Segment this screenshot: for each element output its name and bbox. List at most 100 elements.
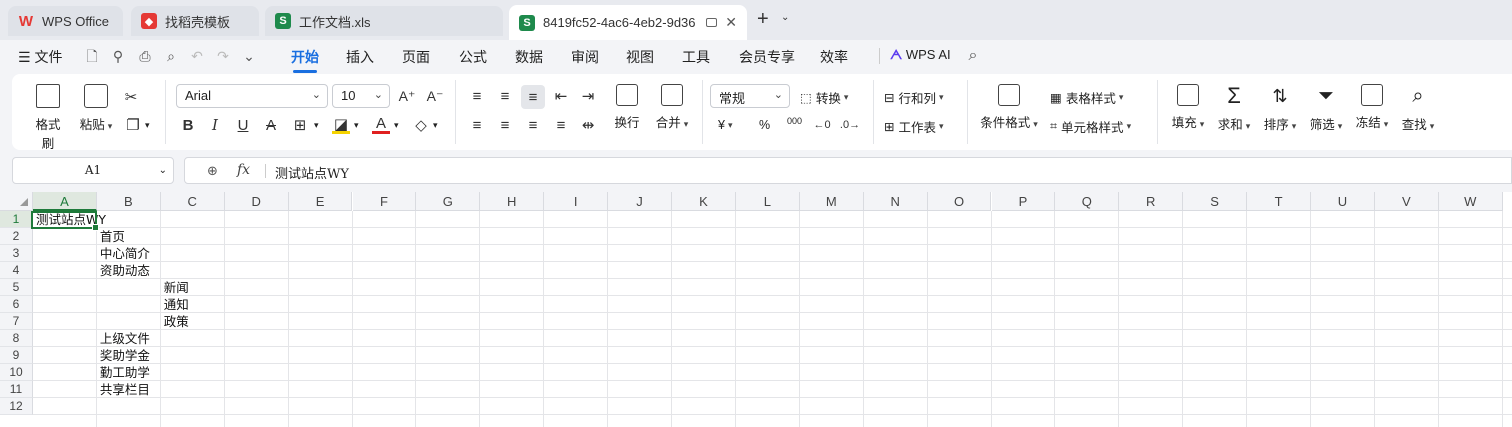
menu-item-view[interactable]: 视图: [626, 47, 654, 67]
wrap-text-button[interactable]: 换行: [612, 84, 642, 131]
column-header-a[interactable]: A: [33, 192, 97, 211]
column-header-w[interactable]: W: [1438, 192, 1503, 211]
cell-c5[interactable]: 新闻: [161, 279, 189, 296]
fill-button[interactable]: 填充 ▾: [1170, 84, 1206, 131]
column-header-l[interactable]: L: [735, 192, 800, 211]
chevron-down-icon[interactable]: ▾: [314, 120, 319, 131]
menu-item-member[interactable]: 会员专享: [739, 47, 795, 67]
row-header-9[interactable]: 9: [0, 347, 33, 364]
cell-b10[interactable]: 勤工助学: [97, 364, 150, 381]
align-middle-icon[interactable]: ≡: [496, 87, 514, 105]
font-color-icon[interactable]: A: [372, 115, 390, 134]
copy-icon[interactable]: ❐: [124, 116, 142, 134]
sum-button[interactable]: Σ 求和 ▾: [1216, 84, 1252, 133]
column-header-f[interactable]: F: [352, 192, 417, 211]
column-header-v[interactable]: V: [1374, 192, 1439, 211]
freeze-button[interactable]: 冻结 ▾: [1354, 84, 1390, 131]
row-header-6[interactable]: 6: [0, 296, 33, 313]
column-header-u[interactable]: U: [1311, 192, 1375, 211]
cell-b8[interactable]: 上级文件: [97, 330, 150, 347]
strikethrough-icon[interactable]: A: [262, 116, 280, 134]
column-header-m[interactable]: M: [799, 192, 864, 211]
column-header-r[interactable]: R: [1119, 192, 1184, 211]
redo-icon[interactable]: ↷: [215, 48, 231, 64]
cell-b11[interactable]: 共享栏目: [97, 381, 150, 398]
export-icon[interactable]: ⚲: [110, 48, 126, 64]
italic-icon[interactable]: I: [206, 116, 224, 134]
filter-button[interactable]: ⏷ 筛选 ▾: [1308, 84, 1344, 133]
increase-decimal-icon[interactable]: .0→: [840, 116, 860, 134]
tab-active-sheet[interactable]: S 8419fc52-4ac6-4eb2-9d36 ✕: [509, 5, 747, 40]
chevron-down-icon[interactable]: ▾: [354, 120, 359, 131]
chevron-down-icon[interactable]: ▾: [433, 120, 438, 131]
align-right-icon[interactable]: ≡: [524, 116, 542, 134]
chevron-down-icon[interactable]: ⌄: [781, 12, 789, 23]
convert-button[interactable]: ⬚ 转换 ▾: [800, 88, 848, 107]
decrease-indent-icon[interactable]: ⇤: [552, 87, 570, 105]
cell-style-button[interactable]: ⌗ 单元格样式 ▾: [1050, 117, 1131, 136]
thousands-button[interactable]: 000: [787, 116, 802, 126]
fx-icon[interactable]: fx: [237, 162, 250, 178]
menu-item-page[interactable]: 页面: [402, 47, 430, 67]
column-header-k[interactable]: K: [672, 192, 736, 211]
row-header-7[interactable]: 7: [0, 313, 33, 330]
column-header-e[interactable]: E: [288, 192, 353, 211]
column-header-n[interactable]: N: [863, 192, 928, 211]
menu-item-tools[interactable]: 工具: [682, 47, 710, 67]
undo-icon[interactable]: ↶: [189, 48, 205, 64]
menu-item-data[interactable]: 数据: [515, 47, 543, 67]
menu-item-home[interactable]: 开始: [291, 47, 319, 73]
menu-item-review[interactable]: 审阅: [571, 47, 599, 67]
column-header-i[interactable]: I: [544, 192, 609, 211]
align-left-icon[interactable]: ≡: [468, 116, 486, 134]
cell-c6[interactable]: 通知: [161, 296, 189, 313]
row-header-3[interactable]: 3: [0, 245, 33, 262]
cell-b9[interactable]: 奖助学金: [97, 347, 150, 364]
row-header-8[interactable]: 8: [0, 330, 33, 347]
column-header-p[interactable]: P: [991, 192, 1056, 211]
row-header-4[interactable]: 4: [0, 262, 33, 279]
decrease-font-icon[interactable]: A⁻: [426, 87, 444, 105]
row-header-5[interactable]: 5: [0, 279, 33, 296]
formula-input[interactable]: ⊕ fx 测试站点WY: [184, 157, 1512, 184]
chevron-down-icon[interactable]: ▾: [394, 120, 399, 131]
tab-docer[interactable]: ◆ 找稻壳模板: [131, 6, 259, 36]
menu-item-formula[interactable]: 公式: [459, 47, 487, 67]
close-icon[interactable]: ✕: [725, 14, 737, 31]
wps-ai-button[interactable]: ᗅ WPS AI: [890, 47, 951, 63]
rows-cols-button[interactable]: ⊟ 行和列 ▾: [884, 88, 944, 107]
menu-file[interactable]: ☰ 文件: [18, 47, 62, 67]
cell-b3[interactable]: 中心简介: [97, 245, 150, 262]
row-header-11[interactable]: 11: [0, 381, 33, 398]
chevron-down-icon[interactable]: ⌄: [241, 48, 257, 64]
clear-format-icon[interactable]: ◇: [412, 116, 430, 134]
border-icon[interactable]: ⊞: [291, 116, 309, 134]
decrease-decimal-icon[interactable]: ←0: [813, 116, 831, 134]
column-header-h[interactable]: H: [480, 192, 545, 211]
row-header-2[interactable]: 2: [0, 228, 33, 245]
percent-button[interactable]: %: [759, 118, 770, 132]
print-icon[interactable]: ⎙: [137, 48, 153, 64]
sort-button[interactable]: ⇅ 排序 ▾: [1262, 84, 1298, 133]
justify-icon[interactable]: ≡: [552, 116, 570, 134]
chevron-down-icon[interactable]: ⌄: [159, 158, 167, 183]
chevron-down-icon[interactable]: ▾: [145, 120, 150, 131]
table-style-button[interactable]: ▦ 表格样式 ▾: [1050, 88, 1123, 107]
select-all-corner[interactable]: [0, 192, 33, 211]
bold-icon[interactable]: B: [179, 116, 197, 134]
cell-b2[interactable]: 首页: [97, 228, 125, 245]
fill-color-icon[interactable]: ◪: [332, 116, 350, 134]
menu-item-efficiency[interactable]: 效率: [820, 47, 848, 67]
align-top-icon[interactable]: ≡: [468, 87, 486, 105]
align-center-icon[interactable]: ≡: [496, 116, 514, 134]
print-preview-icon[interactable]: ⌕: [163, 48, 179, 64]
find-button[interactable]: ⌕ 查找 ▾: [1400, 84, 1436, 133]
zoom-icon[interactable]: ⊕: [207, 163, 218, 179]
distributed-icon[interactable]: ⇹: [579, 116, 597, 134]
merge-button[interactable]: 合并 ▾: [652, 84, 692, 131]
column-header-t[interactable]: T: [1247, 192, 1311, 211]
cell-c7[interactable]: 政策: [161, 313, 189, 330]
save-icon[interactable]: 🗋: [84, 48, 100, 64]
column-header-b[interactable]: B: [96, 192, 161, 211]
underline-icon[interactable]: U: [234, 116, 252, 134]
